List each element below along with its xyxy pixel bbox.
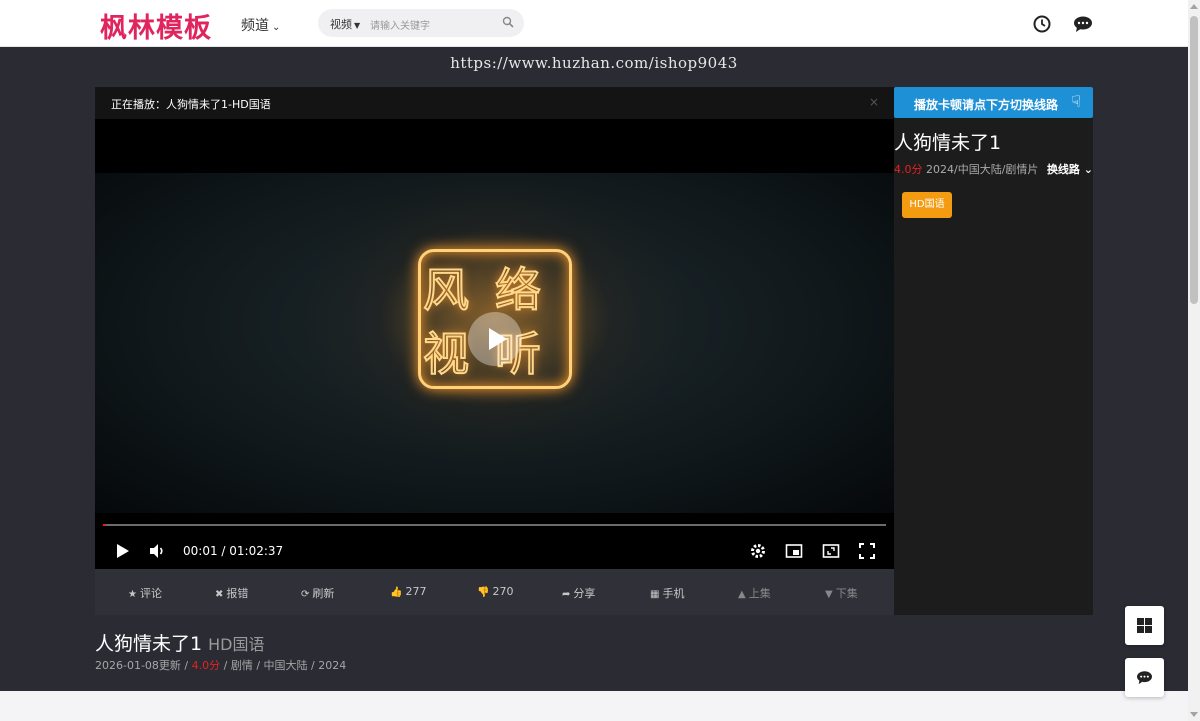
switch-line-label: 换线路 [1046,163,1080,176]
like-count: 277 [405,585,427,598]
now-playing-text: 正在播放：人狗情未了1-HD国语 [111,98,271,111]
previous-episode-button[interactable]: ▲ 上集 [738,585,771,601]
video-player: 正在播放：人狗情未了1-HD国语 × 风 络 视 听 00:01 / 01:02… [95,87,894,615]
genre-link[interactable]: 剧情 [231,659,253,672]
settings-gear-icon[interactable] [749,542,767,560]
search-input[interactable]: 请输入关键字 [370,17,430,32]
scroll-down-arrow-icon[interactable] [1190,712,1198,717]
year-link[interactable]: 2024 [318,659,346,672]
search-category-label: 视频 [330,18,352,31]
share-button[interactable]: ➦ 分享 [562,585,595,601]
page-scrollbar[interactable] [1188,0,1200,721]
windows-float-button[interactable] [1125,606,1164,645]
side-video-title: 人狗情未了1 [894,132,1002,154]
thumbs-down-icon: 👎 [477,587,490,598]
share-icon: ➦ [562,589,571,600]
seal-glyph: 视 [422,326,470,382]
action-label: 刷新 [312,587,335,600]
refresh-button[interactable]: ⟳ 刷新 [301,585,334,601]
line-hd-button[interactable]: HD国语 [902,192,952,218]
time-display: 00:01 / 01:02:37 [183,544,284,558]
report-error-button[interactable]: ✖ 报错 [215,585,248,601]
scroll-thumb[interactable] [1190,16,1198,304]
caret-up-icon: ▲ [738,589,746,600]
action-label: 下集 [835,587,858,600]
search-box: 视频 ▼ 请输入关键字 [318,9,524,37]
region-link[interactable]: 中国大陆 [264,659,308,672]
mobile-button[interactable]: ▦ 手机 [650,585,684,601]
title-text: 人狗情未了1 [95,633,203,655]
channel-menu[interactable]: 频道 ⌄ [241,15,280,35]
next-episode-button[interactable]: ▼ 下集 [825,585,858,601]
search-icon[interactable] [502,16,514,28]
score: 4.0分 [894,163,923,176]
caret-down-icon: ▼ [825,589,833,600]
player-controls: 00:01 / 01:02:37 [95,537,894,565]
page-title: 人狗情未了1 HD国语 [95,629,264,656]
chevron-down-icon: ⌄ [1083,163,1093,176]
scroll-up-arrow-icon[interactable] [1190,4,1198,9]
action-label: 分享 [573,587,596,600]
web-fullscreen-icon[interactable] [822,542,840,560]
refresh-icon: ⟳ [301,589,310,600]
side-meta-text: 2024/中国大陆/剧情片 [926,163,1039,176]
x-icon: ✖ [215,589,224,600]
tip-text: 播放卡顿请点下方切换线路 [914,98,1059,112]
search-category-select[interactable]: 视频 ▼ [330,16,360,32]
title-version: HD国语 [208,635,265,654]
like-button[interactable]: 👍 277 [390,585,426,598]
hand-pointer-icon: ☟ [1071,92,1081,111]
action-label: 上集 [748,587,771,600]
chevron-down-icon: ⌄ [272,22,281,33]
side-meta: 4.0分 2024/中国大陆/剧情片 [894,161,1038,177]
video-meta-line: 2026-01-08更新 / 4.0分 / 剧情 / 中国大陆 / 2024 [95,659,347,672]
caret-down-icon: ▼ [354,21,361,30]
now-playing-bar: 正在播放：人狗情未了1-HD国语 × [95,87,894,119]
update-date: 2026-01-08更新 [95,659,181,672]
dislike-count: 270 [492,585,514,598]
volume-icon[interactable] [148,542,166,560]
fullscreen-icon[interactable] [858,542,876,560]
comments-icon[interactable] [1073,14,1093,34]
play-icon[interactable] [113,542,131,560]
windows-icon [1137,618,1152,633]
qrcode-icon: ▦ [650,589,660,600]
picture-in-picture-icon[interactable] [785,542,803,560]
channel-label: 频道 [241,18,269,34]
seal-glyph: 风 [422,262,470,318]
big-play-button[interactable] [468,312,522,366]
seal-glyph: 络 [494,262,542,318]
watermark-url: https://www.huzhan.com/ishop9043 [450,54,738,72]
video-frame[interactable]: 风 络 视 听 [95,173,894,513]
site-logo[interactable]: 枫林模板 [100,6,212,45]
comment-button[interactable]: ★ 评论 [128,585,162,601]
action-label: 评论 [139,587,162,600]
player-action-bar: ★ 评论 ✖ 报错 ⟳ 刷新 👍 277 👎 270 ➦ 分享 ▦ 手机 ▲ 上集 ▼ 下集 [95,569,894,615]
chat-float-button[interactable] [1125,658,1164,697]
side-panel: 播放卡顿请点下方切换线路 ☟ 人狗情未了1 4.0分 2024/中国大陆/剧情片… [894,87,1093,615]
switch-line-dropdown[interactable]: 换线路 ⌄ [1047,161,1093,177]
close-icon[interactable]: × [869,95,879,109]
progress-fill [103,524,106,526]
action-label: 手机 [662,587,685,600]
switch-line-tip-button[interactable]: 播放卡顿请点下方切换线路 ☟ [894,87,1093,118]
top-header: 枫林模板 频道 ⌄ 视频 ▼ 请输入关键字 [0,0,1188,47]
history-icon[interactable] [1032,14,1052,34]
progress-bar[interactable] [103,524,886,526]
star-icon: ★ [128,589,137,600]
action-label: 报错 [226,587,249,600]
comments-icon [1137,671,1152,685]
thumbs-up-icon: 👍 [390,587,403,598]
score: 4.0分 [191,659,221,672]
dislike-button[interactable]: 👎 270 [477,585,513,598]
